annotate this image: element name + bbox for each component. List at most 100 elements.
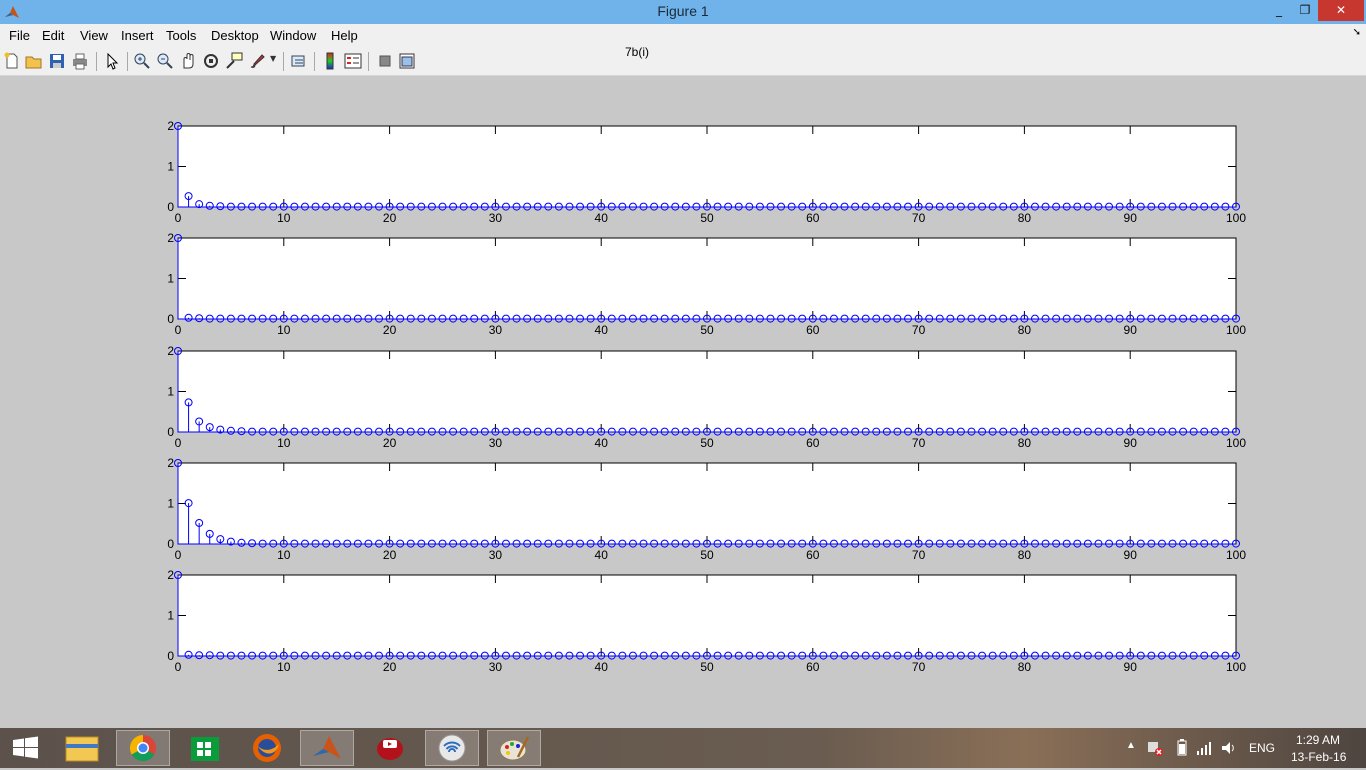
x-tick-label: 30 xyxy=(489,548,503,562)
y-tick-label: 1 xyxy=(167,272,174,286)
x-tick-label: 100 xyxy=(1226,660,1246,674)
wifi-share-icon xyxy=(438,734,466,762)
x-tick-label: 80 xyxy=(1018,436,1032,450)
y-tick-label: 1 xyxy=(167,609,174,623)
x-tick-label: 90 xyxy=(1124,211,1138,225)
taskbar-store[interactable] xyxy=(178,730,232,766)
x-tick-label: 80 xyxy=(1018,548,1032,562)
x-tick-label: 50 xyxy=(700,211,714,225)
taskbar-paint[interactable] xyxy=(487,730,541,766)
axes-box xyxy=(177,462,1237,545)
file-explorer-icon xyxy=(65,736,99,762)
x-tick-label: 20 xyxy=(383,211,397,225)
x-tick-label: 20 xyxy=(383,436,397,450)
y-tick-label: 2 xyxy=(167,344,174,358)
x-tick-label: 80 xyxy=(1018,660,1032,674)
x-tick-label: 30 xyxy=(489,323,503,337)
taskbar-wifi-share[interactable] xyxy=(425,730,479,766)
y-tick-label: 2 xyxy=(167,568,174,582)
x-tick-label: 40 xyxy=(595,323,609,337)
x-tick-label: 60 xyxy=(806,211,820,225)
y-tick-label: 2 xyxy=(167,456,174,470)
x-tick-label: 70 xyxy=(912,323,926,337)
chrome-icon xyxy=(129,734,156,762)
x-tick-label: 90 xyxy=(1124,323,1138,337)
x-tick-label: 100 xyxy=(1226,323,1246,337)
y-tick-label: 1 xyxy=(167,385,174,399)
battery-icon[interactable] xyxy=(1176,739,1188,757)
x-tick-label: 90 xyxy=(1124,436,1138,450)
x-tick-label: 100 xyxy=(1226,436,1246,450)
network-status-icon[interactable] xyxy=(1146,739,1164,757)
x-tick-label: 0 xyxy=(175,660,182,674)
x-tick-label: 80 xyxy=(1018,211,1032,225)
axes-box xyxy=(177,237,1237,320)
clock-date[interactable]: 13-Feb-16 xyxy=(1291,750,1346,764)
x-tick-label: 10 xyxy=(277,436,291,450)
x-tick-label: 60 xyxy=(806,548,820,562)
y-tick-label: 1 xyxy=(167,160,174,174)
x-tick-label: 40 xyxy=(595,211,609,225)
axes-box xyxy=(177,350,1237,433)
firefox-icon xyxy=(253,734,281,762)
axes-box xyxy=(177,574,1237,657)
taskbar: ▲ ENG 1:29 AM 13-Feb-16 xyxy=(0,728,1366,768)
x-tick-label: 10 xyxy=(277,323,291,337)
paint-icon xyxy=(499,736,530,761)
signal-strength-icon[interactable] xyxy=(1196,740,1212,756)
x-tick-label: 60 xyxy=(806,323,820,337)
clock-time[interactable]: 1:29 AM xyxy=(1296,733,1340,747)
x-tick-label: 30 xyxy=(489,660,503,674)
windows-start-icon xyxy=(13,736,38,759)
y-tick-label: 0 xyxy=(167,649,174,663)
x-tick-label: 50 xyxy=(700,548,714,562)
x-tick-label: 40 xyxy=(595,660,609,674)
x-tick-label: 30 xyxy=(489,436,503,450)
x-tick-label: 10 xyxy=(277,548,291,562)
taskbar-firefox[interactable] xyxy=(240,730,294,766)
y-tick-label: 0 xyxy=(167,200,174,214)
x-tick-label: 70 xyxy=(912,211,926,225)
x-tick-label: 30 xyxy=(489,211,503,225)
x-tick-label: 70 xyxy=(912,436,926,450)
x-tick-label: 40 xyxy=(595,436,609,450)
taskbar-file-explorer[interactable] xyxy=(55,730,109,766)
x-tick-label: 90 xyxy=(1124,660,1138,674)
y-tick-label: 2 xyxy=(167,231,174,245)
x-tick-label: 0 xyxy=(175,548,182,562)
taskbar-chrome[interactable] xyxy=(116,730,170,766)
taskbar-matlab[interactable] xyxy=(300,730,354,766)
language-indicator[interactable]: ENG xyxy=(1249,741,1275,755)
y-tick-label: 1 xyxy=(167,497,174,511)
media-player-icon xyxy=(377,738,403,760)
x-tick-label: 20 xyxy=(383,660,397,674)
x-tick-label: 50 xyxy=(700,436,714,450)
start-button[interactable] xyxy=(0,730,54,766)
x-tick-label: 90 xyxy=(1124,548,1138,562)
x-tick-label: 10 xyxy=(277,660,291,674)
y-tick-label: 2 xyxy=(167,119,174,133)
x-tick-label: 40 xyxy=(595,548,609,562)
x-tick-label: 100 xyxy=(1226,211,1246,225)
store-icon xyxy=(191,737,219,761)
taskbar-media-player[interactable] xyxy=(363,730,417,766)
y-tick-label: 0 xyxy=(167,312,174,326)
x-tick-label: 10 xyxy=(277,211,291,225)
x-tick-label: 0 xyxy=(175,323,182,337)
x-tick-label: 0 xyxy=(175,436,182,450)
x-tick-label: 70 xyxy=(912,660,926,674)
x-tick-label: 70 xyxy=(912,548,926,562)
x-tick-label: 50 xyxy=(700,660,714,674)
y-tick-label: 0 xyxy=(167,537,174,551)
stem-plots: 0 10 20 30 40 50 60 70 80 90 1000120 10 20 30 40 50 60 70… xyxy=(167,119,1246,674)
x-tick-label: 80 xyxy=(1018,323,1032,337)
x-tick-label: 60 xyxy=(806,436,820,450)
show-hidden-icons-icon[interactable]: ▲ xyxy=(1126,740,1136,751)
x-tick-label: 100 xyxy=(1226,548,1246,562)
volume-icon[interactable] xyxy=(1221,740,1237,756)
x-tick-label: 60 xyxy=(806,660,820,674)
x-tick-label: 20 xyxy=(383,548,397,562)
x-tick-label: 0 xyxy=(175,211,182,225)
matlab-icon xyxy=(313,736,341,759)
axes-box xyxy=(177,125,1237,208)
